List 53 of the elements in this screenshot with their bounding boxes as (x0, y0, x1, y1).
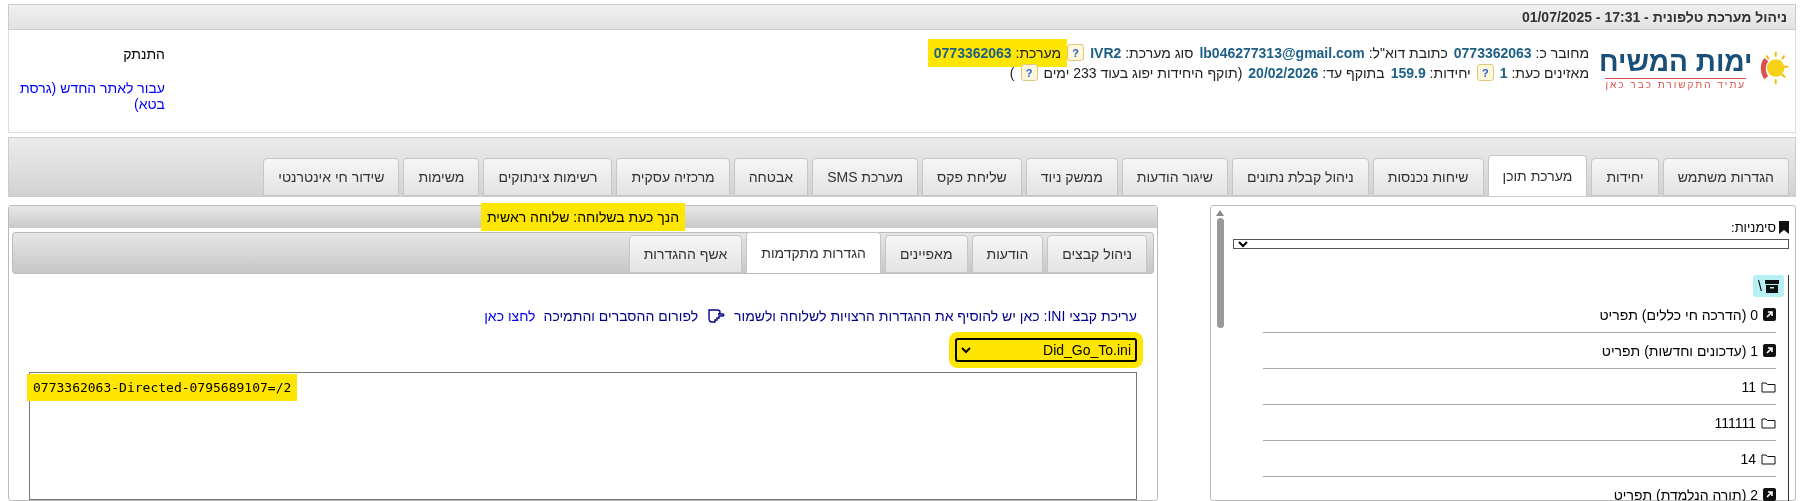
info-text: (תוקף היחידות יפוג בעוד 233 ימים (1043, 64, 1243, 81)
shortcut-icon (1763, 488, 1776, 501)
logo-tagline: עתיד התקשורת כבר כאן (1605, 78, 1747, 90)
main-tab[interactable]: מרכזיה עסקית (616, 158, 730, 196)
chevron-icon (961, 346, 971, 354)
tree-item[interactable]: 14 (1263, 441, 1776, 477)
tree-item[interactable]: 11 (1263, 369, 1776, 405)
logo-name: ימות המשיח (1599, 46, 1753, 78)
instruction-text: עריכת קבצי INI: כאן יש להוסיף את ההגדרות הרצויות לשלוחה ולשמור (734, 308, 1137, 324)
sub-tab[interactable]: אשף ההגדרות (628, 235, 743, 273)
help-button[interactable]: ? (1476, 64, 1494, 81)
new-site-link[interactable]: עבור לאתר החדש (גרסת בטא) (15, 80, 165, 112)
sub-tab[interactable]: הודעות (971, 235, 1044, 273)
tree-root-item[interactable]: \ (1753, 275, 1784, 297)
folder-icon (1761, 416, 1776, 429)
shortcut-icon (1763, 308, 1776, 321)
bookmarks-label: סימניות: (1731, 220, 1776, 235)
logout-link[interactable]: התנתק (123, 46, 165, 62)
main-tab[interactable]: רשימות צינתוקים (483, 158, 613, 196)
main-tab[interactable]: מערכת SMS (812, 158, 919, 196)
sub-tab[interactable]: הגדרות מתקדמות (746, 232, 881, 273)
scroll-up-icon[interactable] (1216, 210, 1224, 216)
tree-item[interactable]: 111111 (1263, 405, 1776, 441)
sub-tab[interactable]: מאפיינים (885, 235, 968, 273)
archive-icon (1765, 279, 1779, 293)
bookmark-icon (1779, 221, 1789, 234)
main-tab[interactable]: ניהול קבלת נתונים (1232, 158, 1369, 196)
main-tab[interactable]: שידור חי אינטרנטי (263, 158, 400, 196)
bookmarks-select[interactable] (1233, 239, 1789, 249)
window-title: ניהול מערכת טלפונית - 17:31 - 01/07/2025 (8, 4, 1796, 30)
main-tab[interactable]: שיחות נכנסות (1372, 158, 1484, 196)
pointing-hand-icon (706, 306, 727, 326)
main-tab[interactable]: מערכת תוכן (1487, 155, 1588, 196)
folder-icon (1761, 452, 1776, 465)
forum-link[interactable]: לחצו כאן (484, 308, 536, 324)
help-button[interactable]: ? (1067, 44, 1085, 61)
main-tab[interactable]: משימות (403, 158, 480, 196)
main-tab[interactable]: הגדרות משתמש (1662, 158, 1789, 196)
main-tab[interactable]: ממשק ניוד (1025, 158, 1118, 196)
main-tab[interactable]: יחידות (1591, 158, 1659, 196)
tree-item[interactable]: 0 (הדרכה חי כללים) תפריט (1263, 297, 1776, 333)
info-text: ) (1009, 64, 1015, 81)
main-tab[interactable]: אבטחה (733, 158, 809, 196)
chevron-icon (1238, 240, 1248, 248)
sub-tab[interactable]: ניהול קבצים (1047, 235, 1147, 273)
tree-item[interactable]: 1 (עדכונים וחדשות) תפריט (1263, 333, 1776, 369)
ini-editor[interactable]: 0773362063-Directed-0795689107=/2 (29, 372, 1137, 500)
help-button[interactable]: ? (1020, 64, 1038, 81)
folder-icon (1761, 380, 1776, 393)
forum-text: לפורום ההסברים והתמיכה (543, 308, 699, 324)
shortcut-icon (1763, 344, 1776, 357)
main-tab[interactable]: שליחת פקס (922, 158, 1022, 196)
main-tab[interactable]: שיגור הודעות (1121, 158, 1229, 196)
